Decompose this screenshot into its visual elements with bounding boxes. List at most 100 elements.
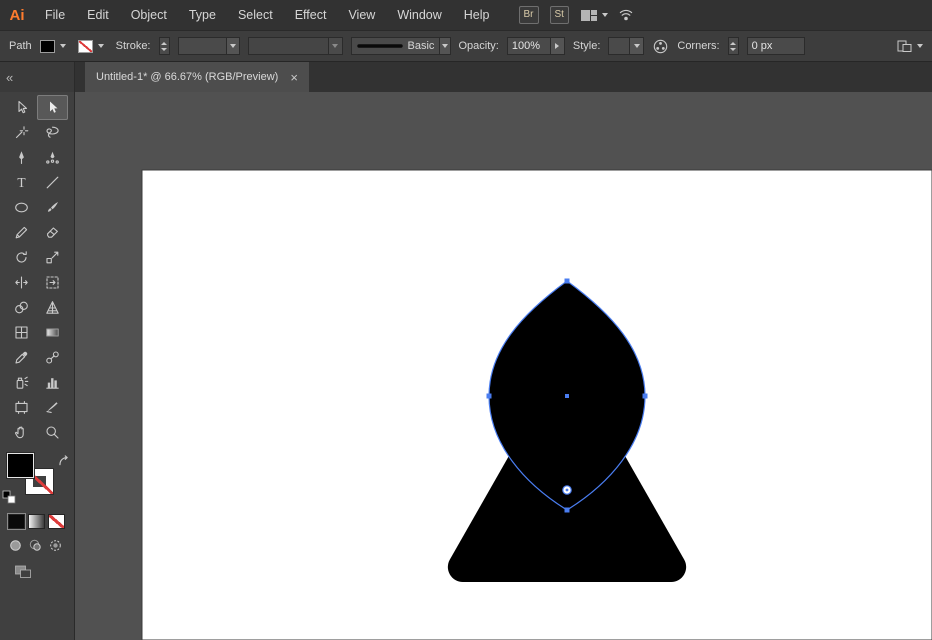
- canvas-pasteboard[interactable]: [75, 92, 932, 640]
- brush-dropdown-arrow[interactable]: [439, 38, 450, 54]
- line-segment-tool[interactable]: [37, 170, 68, 195]
- gradient-tool[interactable]: [37, 320, 68, 345]
- gradient-mode-icon[interactable]: [28, 514, 45, 529]
- opacity-combo[interactable]: [506, 37, 565, 55]
- free-transform-tool[interactable]: [37, 270, 68, 295]
- workspace-switcher[interactable]: [580, 9, 608, 22]
- pen-tool[interactable]: [6, 145, 37, 170]
- opacity-dropdown[interactable]: [549, 38, 564, 54]
- hand-tool[interactable]: [6, 420, 37, 445]
- stepper-up-icon[interactable]: [161, 41, 167, 45]
- blend-tool[interactable]: [37, 345, 68, 370]
- ellipse-tool-icon: [15, 202, 28, 213]
- stepper-down-icon[interactable]: [161, 47, 167, 51]
- stock-button[interactable]: St: [549, 6, 569, 24]
- column-graph-tool[interactable]: [37, 370, 68, 395]
- graphic-style-dropdown[interactable]: [608, 37, 645, 55]
- type-tool-icon: T: [17, 175, 26, 190]
- stroke-color-control[interactable]: [77, 38, 108, 54]
- magic-wand-tool-icon: [15, 126, 29, 139]
- stepper-up-icon[interactable]: [730, 41, 737, 45]
- color-mode-icon[interactable]: [8, 514, 25, 529]
- corners-input[interactable]: [746, 37, 805, 55]
- lasso-tool[interactable]: [37, 120, 68, 145]
- draw-normal-icon[interactable]: [8, 538, 23, 553]
- slice-tool[interactable]: [37, 395, 68, 420]
- perspective-grid-tool[interactable]: [37, 295, 68, 320]
- direct-selection-tool[interactable]: [6, 95, 37, 120]
- zoom-tool[interactable]: [37, 420, 68, 445]
- bridge-button[interactable]: Br: [518, 6, 539, 24]
- eraser-tool[interactable]: [37, 220, 68, 245]
- menu-view[interactable]: View: [337, 0, 386, 30]
- document-tab[interactable]: Untitled-1* @ 66.67% (RGB/Preview) ×: [85, 62, 309, 92]
- anchor-top[interactable]: [564, 278, 570, 284]
- type-tool[interactable]: T: [6, 170, 37, 195]
- menu-window[interactable]: Window: [386, 0, 452, 30]
- pen-tool-icon: [19, 151, 24, 165]
- stroke-color-dropdown[interactable]: [95, 38, 108, 54]
- draw-behind-icon[interactable]: [28, 538, 43, 553]
- recolor-artwork-icon[interactable]: [652, 38, 669, 55]
- stroke-weight-dropdown[interactable]: [225, 38, 239, 54]
- brush-definition-dropdown[interactable]: Basic: [350, 37, 451, 55]
- canvas-viewport[interactable]: [75, 92, 932, 640]
- mesh-tool-icon: [15, 326, 28, 339]
- stroke-weight-stepper[interactable]: [158, 37, 170, 55]
- screen-mode-icon[interactable]: [14, 563, 32, 579]
- paintbrush-tool[interactable]: [37, 195, 68, 220]
- none-mode-icon[interactable]: [48, 514, 65, 529]
- scale-tool[interactable]: [37, 245, 68, 270]
- fill-color-swatch[interactable]: [39, 39, 55, 53]
- paint-mode-row: [8, 514, 74, 529]
- ellipse-tool[interactable]: [6, 195, 37, 220]
- selection-tool[interactable]: [37, 95, 68, 120]
- menu-help[interactable]: Help: [453, 0, 501, 30]
- collapse-panel-button[interactable]: «: [6, 70, 13, 85]
- stepper-down-icon[interactable]: [730, 47, 737, 51]
- menu-select[interactable]: Select: [227, 0, 284, 30]
- corners-stepper[interactable]: [727, 37, 739, 55]
- share-screen-icon[interactable]: [619, 8, 635, 22]
- artboard-tool[interactable]: [6, 395, 37, 420]
- arrange-documents-control[interactable]: [896, 39, 923, 54]
- variable-width-profile-dropdown: [247, 37, 343, 55]
- stroke-label: Stroke:: [115, 40, 151, 52]
- anchor-left[interactable]: [486, 393, 492, 399]
- menu-type[interactable]: Type: [178, 0, 227, 30]
- zoom-tool-icon: [46, 426, 59, 439]
- rotate-tool[interactable]: [6, 245, 37, 270]
- shape-builder-tool[interactable]: [6, 295, 37, 320]
- symbol-sprayer-tool[interactable]: [6, 370, 37, 395]
- magic-wand-tool[interactable]: [6, 120, 37, 145]
- column-graph-tool-icon: [46, 378, 59, 389]
- opacity-input[interactable]: [507, 37, 550, 55]
- width-tool[interactable]: [6, 270, 37, 295]
- tab-close-icon[interactable]: ×: [290, 71, 298, 84]
- curvature-tool[interactable]: [37, 145, 68, 170]
- shape-center-point[interactable]: [565, 394, 569, 398]
- anchor-right[interactable]: [642, 393, 648, 399]
- control-bar: Path Stroke: Basic Opacity: 100% Style: …: [0, 30, 932, 62]
- fill-color-dropdown[interactable]: [57, 38, 70, 54]
- stroke-weight-input[interactable]: [178, 37, 226, 55]
- chevron-down-icon: [601, 13, 608, 17]
- default-fill-stroke-icon[interactable]: [2, 490, 16, 504]
- fill-color-control[interactable]: [39, 38, 70, 54]
- menu-effect[interactable]: Effect: [284, 0, 338, 30]
- anchor-bottom[interactable]: [564, 507, 570, 513]
- fill-swatch[interactable]: [7, 453, 34, 478]
- mesh-tool[interactable]: [6, 320, 37, 345]
- opacity-label[interactable]: Opacity:: [459, 40, 499, 52]
- symbol-sprayer-tool-icon: [16, 376, 29, 389]
- chevron-right-icon: [555, 43, 560, 49]
- stroke-color-swatch[interactable]: [77, 39, 93, 53]
- swap-fill-stroke-icon[interactable]: [57, 454, 70, 467]
- menu-object[interactable]: Object: [120, 0, 178, 30]
- menu-file[interactable]: File: [34, 0, 76, 30]
- menu-edit[interactable]: Edit: [76, 0, 120, 30]
- eyedropper-tool[interactable]: [6, 345, 37, 370]
- pencil-tool[interactable]: [6, 220, 37, 245]
- stroke-weight-combo[interactable]: [177, 37, 240, 55]
- draw-inside-icon[interactable]: [48, 538, 63, 553]
